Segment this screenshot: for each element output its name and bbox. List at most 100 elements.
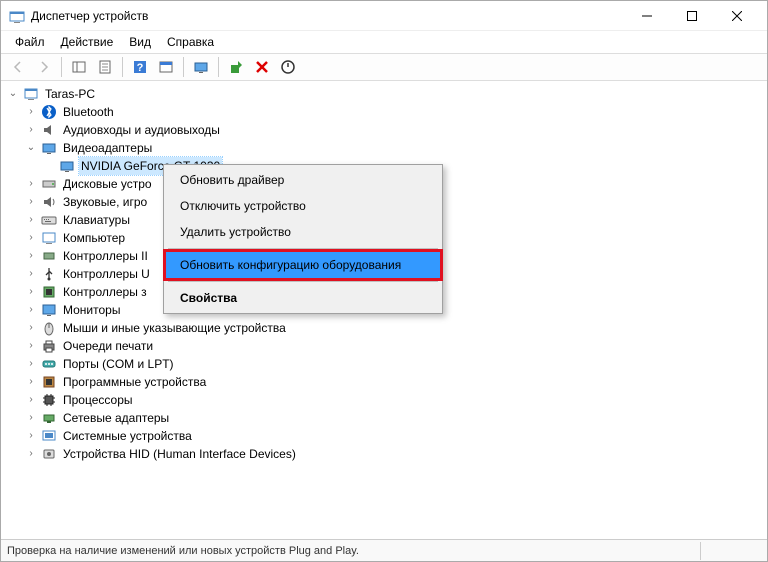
tree-mouse[interactable]: › Мыши и иные указывающие устройства (7, 319, 761, 337)
expand-icon[interactable]: › (25, 304, 37, 316)
ctx-uninstall-device[interactable]: Удалить устройство (166, 219, 440, 245)
expand-icon[interactable]: › (25, 232, 37, 244)
tree-label: Системные устройства (61, 427, 194, 445)
context-menu: Обновить драйвер Отключить устройство Уд… (163, 164, 443, 314)
expand-icon[interactable]: › (25, 106, 37, 118)
toolbar-separator (183, 57, 184, 77)
monitor-icon (41, 302, 57, 318)
tree-label: Мыши и иные указывающие устройства (61, 319, 288, 337)
network-icon (41, 410, 57, 426)
tree-label: Контроллеры II (61, 247, 150, 265)
expand-icon[interactable]: › (25, 196, 37, 208)
tree-network[interactable]: › Сетевые адаптеры (7, 409, 761, 427)
keyboard-icon (41, 212, 57, 228)
expand-icon[interactable]: › (25, 268, 37, 280)
status-text: Проверка на наличие изменений или новых … (7, 545, 359, 557)
tree-label: Дисковые устро (61, 175, 154, 193)
expand-icon[interactable]: › (25, 448, 37, 460)
tree-cpu[interactable]: › Процессоры (7, 391, 761, 409)
expand-icon[interactable]: › (25, 430, 37, 442)
expand-icon[interactable]: › (25, 124, 37, 136)
close-button[interactable] (714, 1, 759, 30)
tree-label: Контроллеры з (61, 283, 149, 301)
display-adapter-icon (59, 158, 75, 174)
collapse-icon[interactable]: ⌄ (25, 142, 37, 154)
expand-icon[interactable]: › (25, 340, 37, 352)
tree-system[interactable]: › Системные устройства (7, 427, 761, 445)
toolbar-forward-button (32, 55, 56, 79)
toolbar-update-driver-button[interactable] (224, 55, 248, 79)
toolbar: ? (1, 53, 767, 81)
display-adapter-icon (41, 140, 57, 156)
ctx-properties[interactable]: Свойства (166, 285, 440, 311)
tree-label: Программные устройства (61, 373, 208, 391)
expand-icon[interactable]: › (25, 394, 37, 406)
ctx-update-driver[interactable]: Обновить драйвер (166, 167, 440, 193)
tree-label: Сетевые адаптеры (61, 409, 171, 427)
svg-text:?: ? (137, 62, 144, 74)
tree-label: Видеоадаптеры (61, 139, 154, 157)
toolbar-show-hide-button[interactable] (67, 55, 91, 79)
tree-hid[interactable]: › Устройства HID (Human Interface Device… (7, 445, 761, 463)
toolbar-separator (218, 57, 219, 77)
tree-label: Компьютер (61, 229, 127, 247)
expand-icon[interactable]: › (25, 322, 37, 334)
tree-bluetooth[interactable]: › Bluetooth (7, 103, 761, 121)
menu-help[interactable]: Справка (159, 33, 222, 51)
expand-icon[interactable]: › (25, 358, 37, 370)
software-icon (41, 374, 57, 390)
tree-audio[interactable]: › Аудиовходы и аудиовыходы (7, 121, 761, 139)
toolbar-scan-button[interactable] (189, 55, 213, 79)
toolbar-disable-button[interactable] (276, 55, 300, 79)
expand-icon[interactable]: › (25, 250, 37, 262)
expand-icon[interactable]: › (25, 412, 37, 424)
window-buttons (624, 1, 759, 30)
expand-icon[interactable]: › (25, 376, 37, 388)
printer-icon (41, 338, 57, 354)
toolbar-help-button[interactable]: ? (128, 55, 152, 79)
menu-file[interactable]: Файл (7, 33, 53, 51)
tree-root[interactable]: ⌄ Taras-PC (7, 85, 761, 103)
window-title: Диспетчер устройств (31, 9, 624, 23)
expand-icon[interactable]: › (25, 286, 37, 298)
toolbar-back-button (6, 55, 30, 79)
statusbar: Проверка на наличие изменений или новых … (1, 539, 767, 561)
tree-label: Процессоры (61, 391, 135, 409)
controller-icon (41, 248, 57, 264)
ctx-separator (168, 281, 438, 282)
tree-label: Клавиатуры (61, 211, 132, 229)
mouse-icon (41, 320, 57, 336)
port-icon (41, 356, 57, 372)
menu-view[interactable]: Вид (121, 33, 159, 51)
toolbar-uninstall-button[interactable] (250, 55, 274, 79)
toolbar-icon-button[interactable] (154, 55, 178, 79)
toolbar-properties-button[interactable] (93, 55, 117, 79)
minimize-button[interactable] (624, 1, 669, 30)
computer-icon (41, 230, 57, 246)
tree-label: Звуковые, игро (61, 193, 149, 211)
toolbar-separator (122, 57, 123, 77)
hid-icon (41, 446, 57, 462)
computer-icon (23, 86, 39, 102)
tree-label: Очереди печати (61, 337, 155, 355)
titlebar: Диспетчер устройств (1, 1, 767, 31)
tree-label: Устройства HID (Human Interface Devices) (61, 445, 298, 463)
tree-video[interactable]: ⌄ Видеоадаптеры (7, 139, 761, 157)
tree-label: Контроллеры U (61, 265, 152, 283)
tree-print[interactable]: › Очереди печати (7, 337, 761, 355)
disk-icon (41, 176, 57, 192)
menu-action[interactable]: Действие (53, 33, 122, 51)
ctx-scan-hardware[interactable]: Обновить конфигурацию оборудования (166, 252, 440, 278)
expand-icon[interactable]: › (25, 214, 37, 226)
maximize-button[interactable] (669, 1, 714, 30)
ctx-disable-device[interactable]: Отключить устройство (166, 193, 440, 219)
expand-icon[interactable]: › (25, 178, 37, 190)
status-separator (700, 542, 761, 560)
tree-software[interactable]: › Программные устройства (7, 373, 761, 391)
audio-icon (41, 122, 57, 138)
bluetooth-icon (41, 104, 57, 120)
collapse-icon[interactable]: ⌄ (7, 88, 19, 100)
tree-ports[interactable]: › Порты (COM и LPT) (7, 355, 761, 373)
cpu-icon (41, 392, 57, 408)
system-icon (41, 428, 57, 444)
